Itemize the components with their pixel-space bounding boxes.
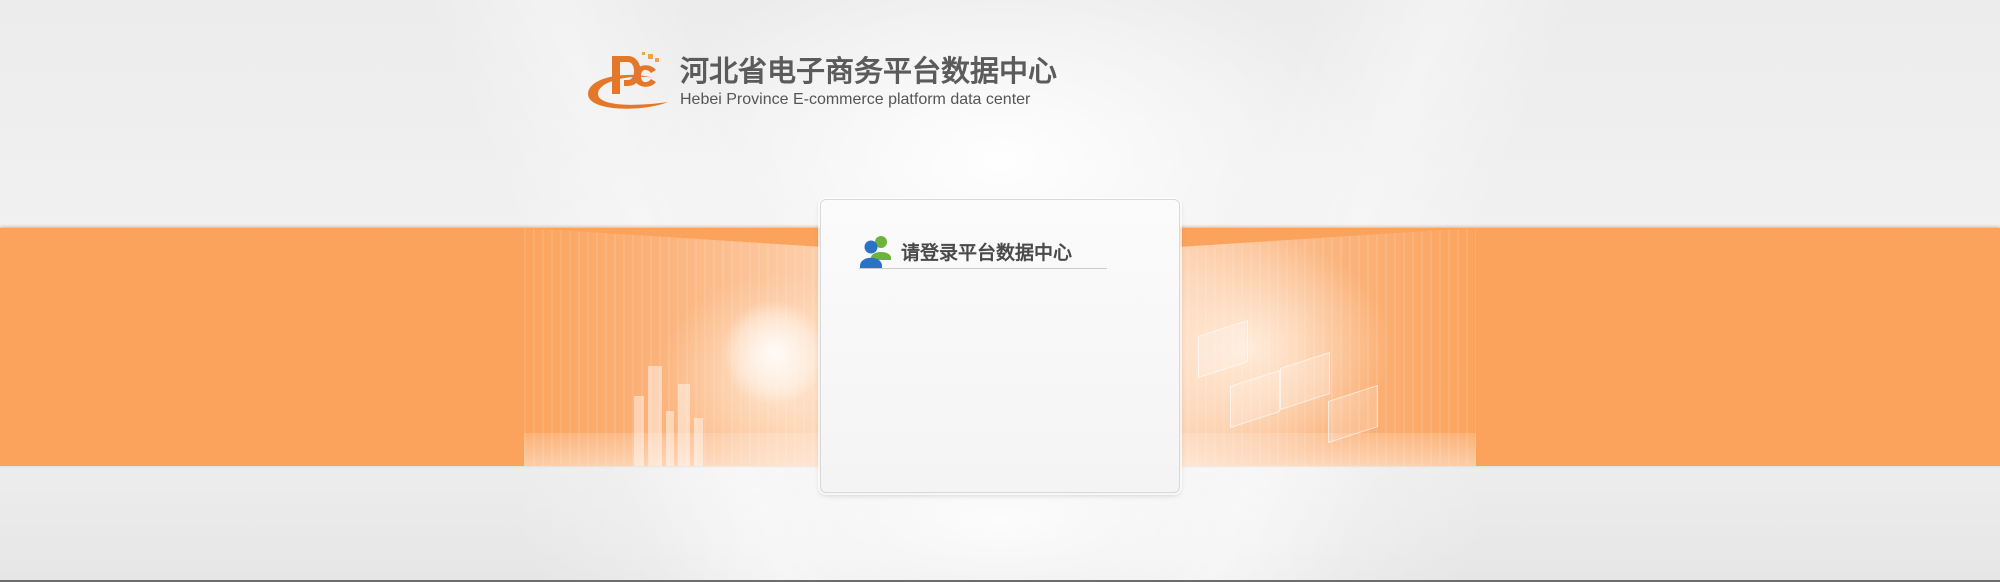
dc-logo-icon: [588, 52, 668, 109]
site-header: 河北省电子商务平台数据中心 Hebei Province E-commerce …: [584, 50, 1057, 114]
login-card: 请登录平台数据中心: [820, 199, 1180, 493]
binary-pattern: [524, 228, 824, 466]
login-title: 请登录平台数据中心: [901, 241, 1073, 264]
site-title: 河北省电子商务平台数据中心: [680, 54, 1058, 88]
dc-logo: [584, 50, 672, 114]
banner-globe-panel: [524, 228, 824, 466]
users-icon: [860, 236, 891, 268]
banner-cubes-panel: [1178, 228, 1476, 466]
site-subtitle: Hebei Province E-commerce platform data …: [680, 91, 1031, 108]
login-card-header: 请登录平台数据中心: [859, 234, 1107, 269]
banner-floor: [524, 433, 824, 466]
banner-floor: [1178, 433, 1476, 466]
